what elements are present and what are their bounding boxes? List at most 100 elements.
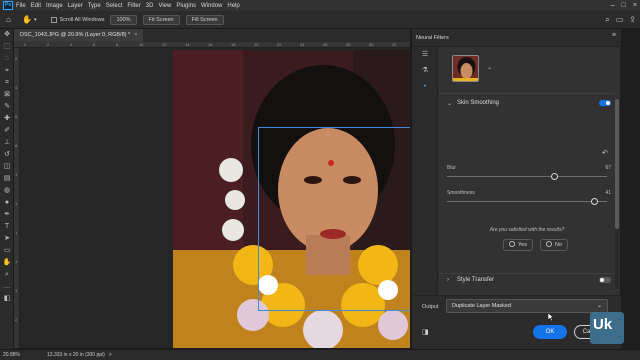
menu-layer[interactable]: Layer bbox=[68, 3, 83, 9]
style-transfer-row[interactable]: › Style Transfer bbox=[447, 275, 613, 287]
frown-icon bbox=[546, 241, 552, 247]
menu-select[interactable]: Select bbox=[106, 3, 123, 9]
crop-tool-icon[interactable]: ⌗ bbox=[0, 77, 14, 89]
neural-filters-panel: Neural Filters ≡ ☰ ⚗ • ⌄ ⌄ Skin Smoothin… bbox=[411, 29, 621, 349]
pen-tool-icon[interactable]: ✒ bbox=[0, 209, 14, 221]
dodge-tool-icon[interactable]: ● bbox=[0, 197, 14, 209]
smoothness-slider-track[interactable] bbox=[447, 201, 607, 202]
ruler-tick-label: 20 bbox=[254, 42, 259, 47]
menu-type[interactable]: Type bbox=[88, 3, 101, 9]
channel-watermark-logo: Uk bbox=[590, 312, 624, 344]
home-icon[interactable]: ⌂ bbox=[6, 15, 16, 25]
smoothness-label: Smoothness bbox=[447, 190, 475, 196]
chevron-down-icon: ⌄ bbox=[596, 303, 602, 309]
preview-toggle-icon[interactable]: ◨ bbox=[422, 328, 429, 336]
mouse-pointer-icon bbox=[548, 313, 554, 321]
fit-screen-button[interactable]: Fit Screen bbox=[142, 14, 180, 25]
stamp-tool-icon[interactable]: ⊥ bbox=[0, 137, 14, 149]
options-bar: ⌂ ✋ ▾ Scroll All Windows 100% Fit Screen… bbox=[0, 11, 640, 29]
face-selector-thumbnail[interactable] bbox=[452, 55, 479, 82]
ok-button[interactable]: OK bbox=[533, 325, 567, 339]
path-select-tool-icon[interactable]: ➤ bbox=[0, 233, 14, 245]
frame-tool-icon[interactable]: ⊠ bbox=[0, 89, 14, 101]
healing-brush-tool-icon[interactable]: ✚ bbox=[0, 113, 14, 125]
zoom-tool-icon[interactable]: ⌕ bbox=[0, 269, 14, 281]
share-icon[interactable]: ⇪ bbox=[629, 15, 636, 25]
scroll-all-windows-option[interactable]: Scroll All Windows bbox=[50, 16, 104, 23]
output-select[interactable]: Duplicate Layer Masked ⌄ bbox=[446, 299, 608, 313]
collapse-icon[interactable]: ⌄ bbox=[447, 100, 452, 107]
filter-settings: ⌄ ⌄ Skin Smoothing ↶ Blur 67 Smoothness … bbox=[439, 47, 615, 295]
flask-icon[interactable]: ⚗ bbox=[412, 63, 438, 79]
yes-label: Yes bbox=[518, 242, 527, 248]
filter-dot-icon[interactable]: • bbox=[412, 79, 438, 95]
no-button[interactable]: No bbox=[540, 239, 569, 251]
move-tool-icon[interactable]: ✥ bbox=[0, 29, 14, 41]
sliders-icon[interactable]: ☰ bbox=[412, 47, 438, 63]
close-icon[interactable]: × bbox=[633, 1, 637, 10]
gradient-tool-icon[interactable]: ▤ bbox=[0, 173, 14, 185]
feedback-question: Are you satisfied with the results? bbox=[489, 227, 565, 233]
ruler-tick-label: 0 bbox=[24, 42, 27, 47]
menu-image[interactable]: Image bbox=[46, 3, 63, 9]
blur-slider-knob[interactable] bbox=[550, 173, 558, 180]
eraser-tool-icon[interactable]: ◫ bbox=[0, 161, 14, 173]
status-bar: 20.88% 13.333 in x 20 in (300 ppi) > bbox=[0, 349, 640, 360]
canvas-area[interactable] bbox=[20, 48, 410, 348]
tools-panel: ✥ ⬚ ◌ ⌖ ⌗ ⊠ ✎ ✚ ✐ ⊥ ↺ ◫ ▤ ◍ ● ✒ T ➤ ▭ ✋ … bbox=[0, 29, 14, 349]
ruler-tick-label: 32 bbox=[392, 42, 397, 47]
close-tab-icon[interactable]: × bbox=[134, 32, 137, 38]
menu-window[interactable]: Window bbox=[201, 3, 222, 9]
reset-icon[interactable]: ↶ bbox=[602, 149, 608, 157]
object-select-tool-icon[interactable]: ⌖ bbox=[0, 65, 14, 77]
menu-plugins[interactable]: Plugins bbox=[176, 3, 196, 9]
blur-value[interactable]: 67 bbox=[605, 165, 611, 171]
more-tools-icon[interactable]: … bbox=[0, 281, 14, 293]
skin-smoothing-toggle[interactable] bbox=[599, 100, 611, 106]
menu-help[interactable]: Help bbox=[227, 3, 239, 9]
scrollbar-thumb[interactable] bbox=[615, 99, 619, 229]
expand-icon[interactable]: › bbox=[447, 277, 449, 283]
scroll-all-windows-checkbox[interactable] bbox=[50, 16, 57, 23]
status-menu-arrow[interactable]: > bbox=[109, 352, 112, 358]
zoom-level[interactable]: 20.88% bbox=[3, 352, 31, 358]
search-icon[interactable]: ⌕ bbox=[605, 15, 609, 25]
color-swatches-icon[interactable]: ◧ bbox=[0, 293, 14, 305]
history-brush-tool-icon[interactable]: ↺ bbox=[0, 149, 14, 161]
marquee-tool-icon[interactable]: ⬚ bbox=[0, 41, 14, 53]
maximize-icon[interactable]: □ bbox=[622, 1, 626, 10]
menu-view[interactable]: View bbox=[158, 3, 171, 9]
menu-bar: Ps File Edit Image Layer Type Select Fil… bbox=[0, 0, 640, 11]
menu-file[interactable]: File bbox=[16, 3, 26, 9]
yes-button[interactable]: Yes bbox=[503, 239, 533, 251]
skin-smoothing-row[interactable]: ⌄ Skin Smoothing bbox=[447, 98, 613, 110]
menu-3d[interactable]: 3D bbox=[146, 3, 154, 9]
divider bbox=[439, 93, 615, 94]
blur-label: Blur bbox=[447, 165, 456, 171]
brush-tool-icon[interactable]: ✐ bbox=[0, 125, 14, 137]
menu-edit[interactable]: Edit bbox=[31, 3, 41, 9]
chevron-down-icon[interactable]: ▾ bbox=[34, 17, 37, 23]
hand-tool-icon[interactable]: ✋ bbox=[22, 15, 32, 25]
smoothness-slider-knob[interactable] bbox=[590, 198, 598, 205]
zoom-100-button[interactable]: 100% bbox=[110, 14, 137, 25]
menu-filter[interactable]: Filter bbox=[127, 3, 140, 9]
document-tab[interactable]: DSC_1043.JPG @ 20.9% (Layer 0, RGB/8) * × bbox=[14, 29, 144, 42]
style-transfer-toggle[interactable] bbox=[599, 277, 611, 283]
minimize-icon[interactable]: – bbox=[611, 1, 615, 10]
hand-tool-icon[interactable]: ✋ bbox=[0, 257, 14, 269]
blur-tool-icon[interactable]: ◍ bbox=[0, 185, 14, 197]
chevron-down-icon[interactable]: ⌄ bbox=[487, 64, 492, 71]
workspace-icon[interactable]: ▭ bbox=[616, 15, 624, 25]
fill-screen-button[interactable]: Fill Screen bbox=[185, 14, 224, 25]
smoothness-value[interactable]: 41 bbox=[605, 190, 611, 196]
blur-slider-track[interactable] bbox=[447, 176, 607, 177]
type-tool-icon[interactable]: T bbox=[0, 221, 14, 233]
panel-scrollbar[interactable] bbox=[615, 99, 619, 289]
no-label: No bbox=[555, 242, 563, 248]
rectangle-tool-icon[interactable]: ▭ bbox=[0, 245, 14, 257]
ruler-tick-label: 28 bbox=[346, 42, 351, 47]
eyedropper-tool-icon[interactable]: ✎ bbox=[0, 101, 14, 113]
panel-menu-icon[interactable]: ≡ bbox=[612, 32, 616, 39]
lasso-tool-icon[interactable]: ◌ bbox=[0, 53, 14, 65]
